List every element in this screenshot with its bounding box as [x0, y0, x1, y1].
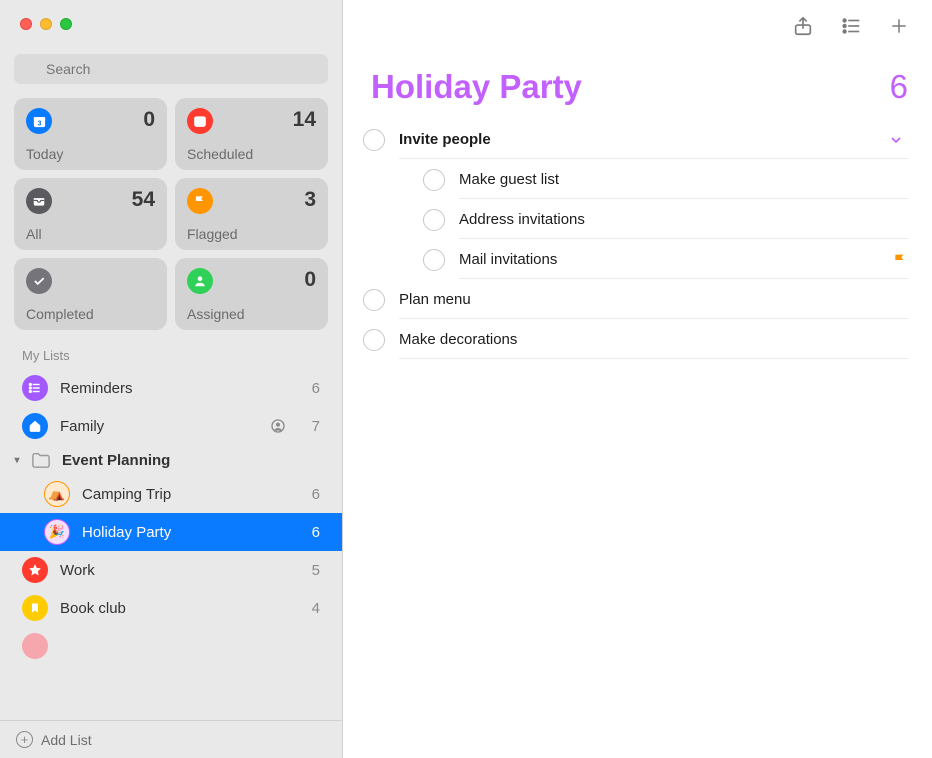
- svg-text:3: 3: [37, 120, 41, 127]
- shared-indicator-icon: [270, 418, 286, 434]
- task-text[interactable]: Mail invitations: [459, 241, 908, 279]
- list-name-label: Reminders: [60, 380, 296, 397]
- task-row[interactable]: Plan menu: [363, 280, 908, 320]
- task-text-label: Mail invitations: [459, 251, 557, 268]
- add-list-label: Add List: [41, 732, 92, 748]
- task-text[interactable]: Address invitations: [459, 201, 908, 239]
- smart-label: Flagged: [187, 226, 316, 242]
- main-panel: Holiday Party 6 Invite people Make guest…: [343, 0, 932, 758]
- list-count: 6: [296, 380, 320, 397]
- calendar-icon: [187, 108, 213, 134]
- star-icon: [22, 557, 48, 583]
- chevron-down-icon[interactable]: [888, 132, 904, 148]
- list-count: 6: [296, 524, 320, 541]
- task-text[interactable]: Plan menu: [399, 281, 908, 319]
- list-emoji-icon: ⛺: [44, 481, 70, 507]
- folder-icon: [30, 451, 52, 469]
- sidebar-item-partial[interactable]: [0, 627, 342, 665]
- view-options-button[interactable]: [840, 15, 862, 37]
- person-icon: [187, 268, 213, 294]
- list-total-count: 6: [890, 68, 908, 106]
- bookmark-icon: [22, 595, 48, 621]
- list-emoji-icon: 🎉: [44, 519, 70, 545]
- flag-icon: [884, 252, 908, 268]
- list-name-label: Camping Trip: [82, 486, 296, 503]
- sidebar-item-holiday-party[interactable]: 🎉 Holiday Party 6: [0, 513, 342, 551]
- search-input[interactable]: [14, 54, 328, 84]
- smart-count: 0: [143, 108, 155, 132]
- list-count: 5: [296, 562, 320, 579]
- task-complete-toggle[interactable]: [423, 169, 445, 191]
- fullscreen-window-button[interactable]: [60, 18, 72, 30]
- task-row[interactable]: Mail invitations: [363, 240, 908, 280]
- tray-icon: [26, 188, 52, 214]
- smart-label: All: [26, 226, 155, 242]
- smart-list-assigned[interactable]: 0 Assigned: [175, 258, 328, 330]
- add-list-button[interactable]: + Add List: [0, 720, 342, 758]
- list-count: 7: [296, 418, 320, 435]
- smart-list-completed[interactable]: Completed: [14, 258, 167, 330]
- task-text[interactable]: Invite people: [399, 121, 908, 159]
- sidebar-section-header: My Lists: [0, 330, 342, 369]
- task-complete-toggle[interactable]: [423, 209, 445, 231]
- task-row[interactable]: Make guest list: [363, 160, 908, 200]
- flag-icon: [187, 188, 213, 214]
- smart-list-today[interactable]: 3 0 Today: [14, 98, 167, 170]
- window-controls: [0, 0, 342, 48]
- list-name-label: Work: [60, 562, 296, 579]
- list-bullet-icon: [22, 375, 48, 401]
- list-count: 4: [296, 600, 320, 617]
- group-name-label: Event Planning: [62, 452, 170, 469]
- smart-count: 54: [132, 188, 155, 212]
- sidebar-item-book-club[interactable]: Book club 4: [0, 589, 342, 627]
- sidebar-item-work[interactable]: Work 5: [0, 551, 342, 589]
- task-complete-toggle[interactable]: [363, 129, 385, 151]
- chevron-down-icon: ▾: [10, 455, 24, 466]
- smart-count: 14: [293, 108, 316, 132]
- sidebar-list-scroll[interactable]: My Lists Reminders 6 Family 7 ▾: [0, 330, 342, 720]
- smart-list-all[interactable]: 54 All: [14, 178, 167, 250]
- sidebar-item-camping-trip[interactable]: ⛺ Camping Trip 6: [0, 475, 342, 513]
- task-complete-toggle[interactable]: [363, 289, 385, 311]
- sidebar-item-reminders[interactable]: Reminders 6: [0, 369, 342, 407]
- new-reminder-button[interactable]: [888, 15, 910, 37]
- checkmark-icon: [26, 268, 52, 294]
- house-icon: [22, 413, 48, 439]
- smart-label: Today: [26, 146, 155, 162]
- smart-count: 3: [304, 188, 316, 212]
- close-window-button[interactable]: [20, 18, 32, 30]
- task-text[interactable]: Make guest list: [459, 161, 908, 199]
- task-row[interactable]: Make decorations: [363, 320, 908, 360]
- sidebar-group-event-planning[interactable]: ▾ Event Planning: [0, 445, 342, 475]
- task-complete-toggle[interactable]: [423, 249, 445, 271]
- smart-list-flagged[interactable]: 3 Flagged: [175, 178, 328, 250]
- task-complete-toggle[interactable]: [363, 329, 385, 351]
- share-button[interactable]: [792, 15, 814, 37]
- list-title: Holiday Party: [371, 68, 582, 106]
- minimize-window-button[interactable]: [40, 18, 52, 30]
- task-list: Invite people Make guest list Address in…: [343, 120, 932, 360]
- calendar-today-icon: 3: [26, 108, 52, 134]
- smart-list-scheduled[interactable]: 14 Scheduled: [175, 98, 328, 170]
- task-row[interactable]: Address invitations: [363, 200, 908, 240]
- list-name-label: Family: [60, 418, 270, 435]
- list-name-label: Book club: [60, 600, 296, 617]
- smart-count: 0: [304, 268, 316, 292]
- smart-lists-grid: 3 0 Today 14 Scheduled: [0, 98, 342, 330]
- plus-circle-icon: +: [16, 731, 33, 748]
- smart-label: Assigned: [187, 306, 316, 322]
- list-icon-partial: [22, 633, 48, 659]
- sidebar-item-family[interactable]: Family 7: [0, 407, 342, 445]
- list-count: 6: [296, 486, 320, 503]
- task-text[interactable]: Make decorations: [399, 321, 908, 359]
- smart-label: Scheduled: [187, 146, 316, 162]
- smart-label: Completed: [26, 306, 155, 322]
- toolbar: [343, 0, 932, 52]
- sidebar: 3 0 Today 14 Scheduled: [0, 0, 343, 758]
- task-row[interactable]: Invite people: [363, 120, 908, 160]
- list-name-label: Holiday Party: [82, 524, 296, 541]
